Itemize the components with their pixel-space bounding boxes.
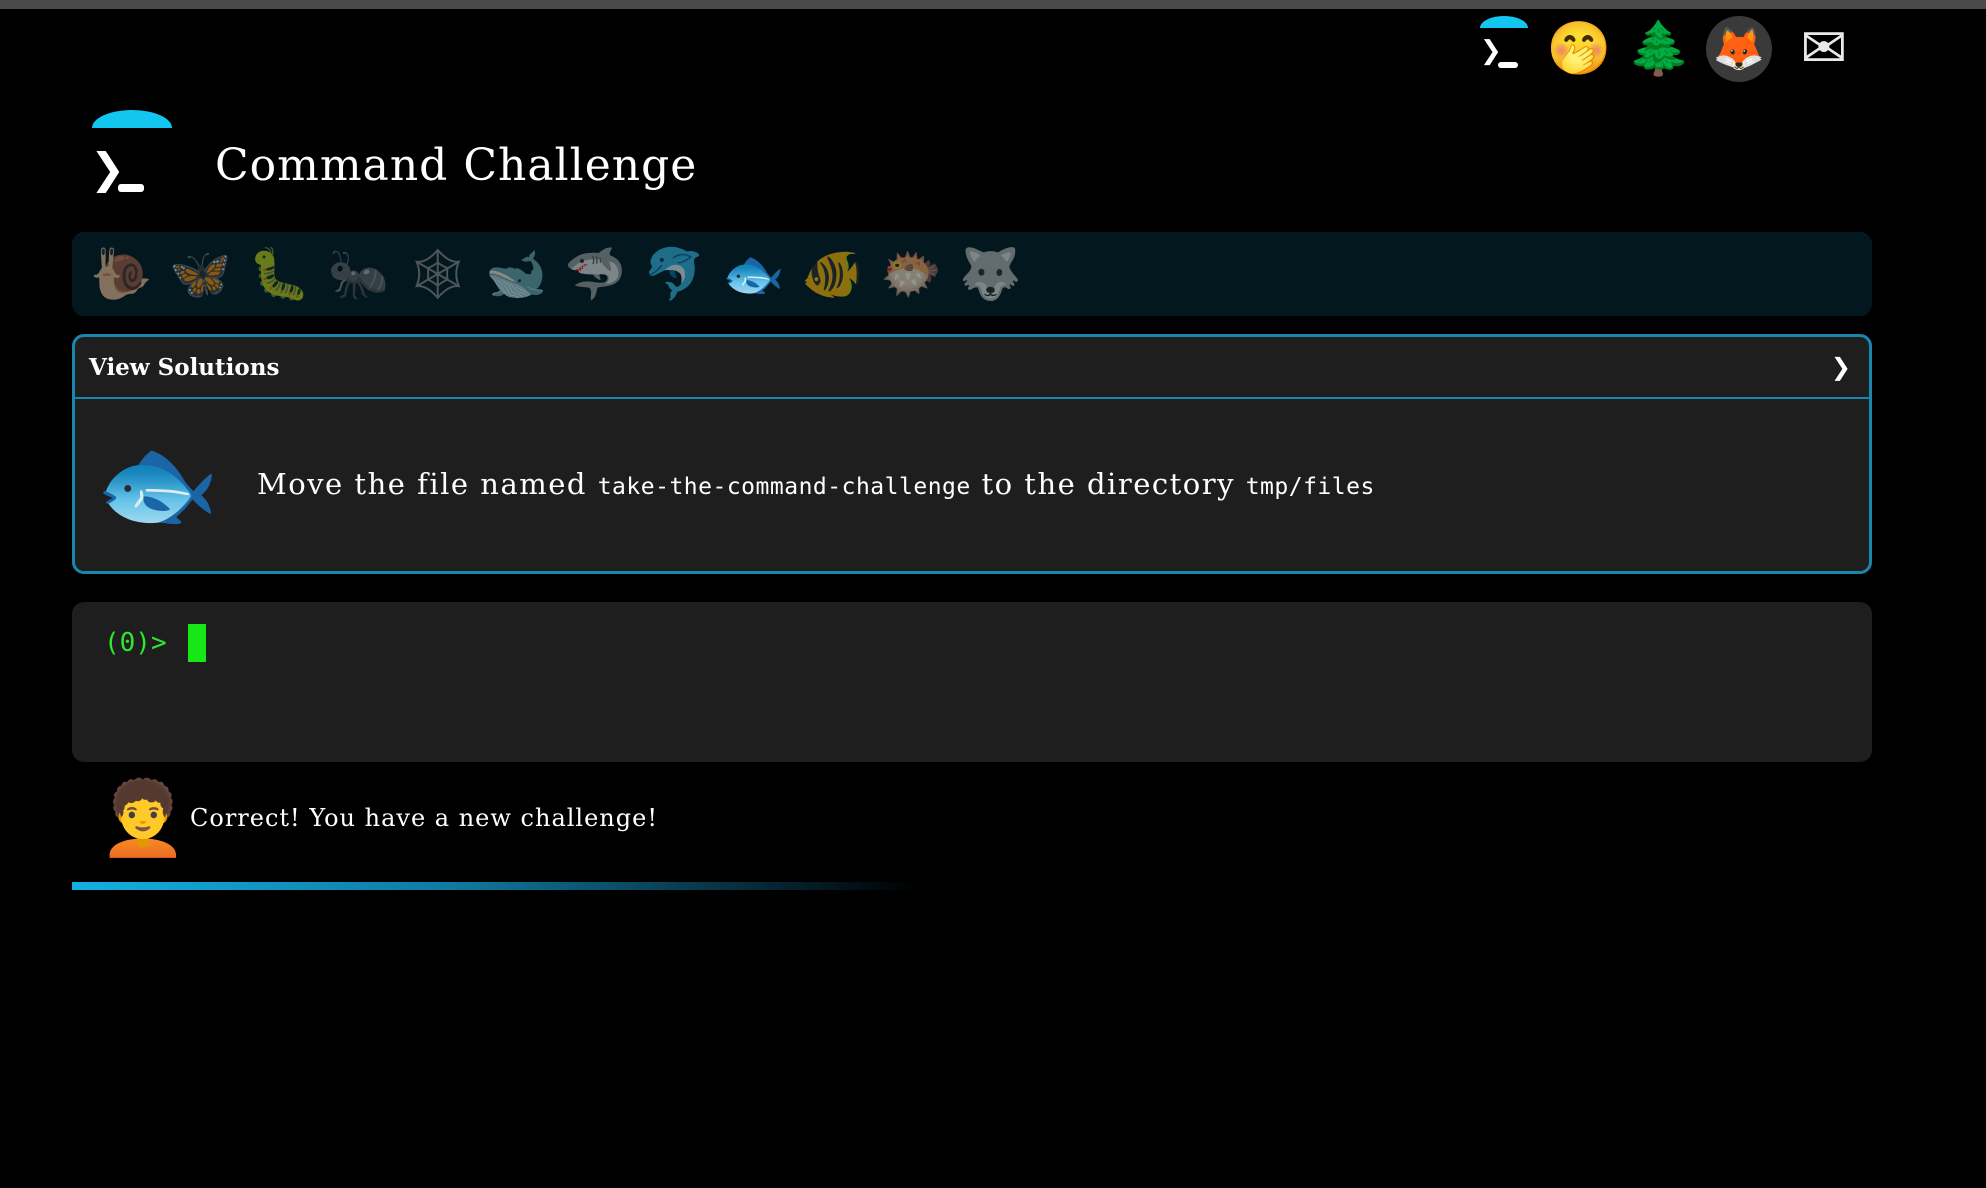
tropical-fish-icon[interactable]: 🐠 [793,239,872,309]
terminal-input[interactable]: (0)> [72,602,1872,762]
top-nav: ❯ 🤭 🌲 🦊 ✉ [1476,16,1862,82]
status-message: 🧑‍🦱 Correct! You have a new challenge! [98,782,658,854]
task-text-1: Move the file named [257,467,598,501]
progress-fill [72,882,918,890]
evergreen-tree-icon[interactable]: 🌲 [1626,16,1692,82]
spider-web-icon[interactable]: 🕸 [398,239,477,309]
terminal-prompt: (0)> [104,628,167,658]
view-solutions-label: View Solutions [89,353,280,381]
browser-top-edge [0,0,1986,9]
challenge-body: 🐟 Move the file named take-the-command-c… [75,399,1869,569]
challenge-level-strip: 🐌 🦋 🐛 🐜 🕸 🐋 🦈 🐬 🐟 🐠 🐡 🐺 [72,232,1872,316]
terminal-logo-icon: ❯ [1476,16,1532,82]
progress-bar [72,882,1872,890]
caterpillar-icon[interactable]: 🐛 [240,239,319,309]
snail-icon[interactable]: 🐌 [82,239,161,309]
task-directory: tmp/files [1245,474,1375,500]
terminal-cursor [188,624,206,662]
person-curly-hair-icon: 🧑‍🦱 [98,776,188,860]
task-text-2: to the directory [970,467,1246,501]
whale-icon[interactable]: 🐋 [477,239,556,309]
shark-icon[interactable]: 🦈 [556,239,635,309]
face-with-hand-over-mouth-icon[interactable]: 🤭 [1546,16,1612,82]
chevron-right-icon: ❯ [1830,353,1851,381]
envelope-icon[interactable]: ✉ [1786,16,1862,82]
view-solutions-toggle[interactable]: View Solutions ❯ [75,337,1869,399]
dolphin-icon[interactable]: 🐬 [635,239,714,309]
challenge-panel: View Solutions ❯ 🐟 Move the file named t… [72,334,1872,574]
wolf-icon[interactable]: 🐺 [951,239,1030,309]
page-title: Command Challenge [215,140,698,191]
fish-icon[interactable]: 🐟 [714,239,793,309]
gitlab-fox-icon[interactable]: 🦊 [1706,16,1772,82]
status-text: Correct! You have a new challenge! [190,804,658,832]
task-filename: take-the-command-challenge [597,474,971,500]
fish-icon: 🐟 [95,425,220,542]
ant-icon[interactable]: 🐜 [319,239,398,309]
home-link[interactable]: ❯ [1476,16,1532,82]
butterfly-icon[interactable]: 🦋 [161,239,240,309]
challenge-description: Move the file named take-the-command-cha… [257,467,1375,501]
blowfish-icon[interactable]: 🐡 [872,239,951,309]
terminal-logo-icon[interactable]: ❯ [88,110,174,194]
